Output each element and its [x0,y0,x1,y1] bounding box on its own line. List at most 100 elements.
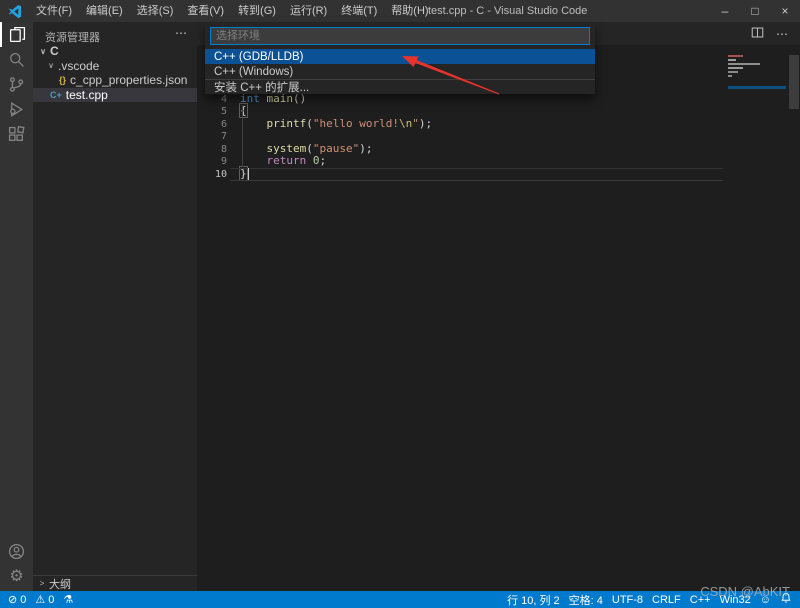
status-item[interactable]: 空格: 4 [569,592,603,608]
code-token: ( [306,116,313,130]
code-editor[interactable]: 4 int main() 5{6 printf("hello world!\n");… [197,55,800,591]
tree-item-label: c_cpp_properties.json [70,73,188,88]
status-item[interactable]: C++ [690,594,711,606]
code-token: ); [359,141,373,155]
chevron-down-icon: ∨ [48,61,54,71]
account-icon[interactable] [0,539,33,564]
minimap-line [728,59,736,61]
status-item-label: CRLF [652,593,681,606]
status-item[interactable]: ⚠ 0 [35,593,55,607]
status-item-label: C++ [689,593,711,606]
quickpick-item[interactable]: C++ (GDB/LLDB) [205,49,595,64]
status-item[interactable]: ⚗ [63,593,73,606]
minimap-line [728,71,738,73]
source-control-icon[interactable] [0,72,33,97]
menu-item[interactable]: 转到(G) [231,0,283,22]
close-button-icon[interactable]: × [770,0,800,22]
minimap-line [728,86,786,89]
minimap-line [728,55,743,57]
menu-item[interactable]: 文件(F) [29,0,79,22]
beaker-icon: ⚗ [63,594,74,606]
tree-item-label: test.cpp [65,87,108,102]
status-item[interactable]: UTF-8 [612,594,643,606]
line-number[interactable]: 10 [197,169,227,182]
maximize-button-icon[interactable]: □ [740,0,770,22]
status-item-label: 行 10, 列 2 [507,594,560,607]
window-title: test.cpp - C - Visual Studio Code [428,5,588,17]
code-token: { [240,104,247,117]
menu-item[interactable]: 运行(R) [283,0,334,22]
quickpick-list: C++ (GDB/LLDB) C++ (Windows) 安装 C++ 的扩展... [205,49,595,94]
run-debug-icon[interactable] [0,97,33,122]
code-token: \n [398,116,413,130]
tree-item-label: C [50,44,59,59]
code-line: 9 return 0; [197,154,800,169]
minimize-button-icon[interactable]: – [710,0,740,22]
extensions-icon[interactable] [0,122,33,147]
status-item[interactable]: ⊘ 0 [8,593,27,607]
tree-item[interactable]: {} c_cpp_properties.json [33,73,197,88]
line-number[interactable]: 7 [197,131,227,144]
explorer-title: 资源管理器 [45,32,100,44]
status-bar: ⊘ 0 ⚠ 0 ⚗ 行 10, 列 2 空格: 4 UTF-8 CRLF C++ Win32 ☺ [0,591,800,608]
explorer-sidebar: 资源管理器 ⋯ ∨ C ∨ .vscode{} c_cpp_properties.jso… [33,22,197,591]
quickpick-item[interactable]: C++ (Windows) [205,64,595,79]
vertical-scrollbar[interactable] [789,55,799,109]
tree-item-label: .vscode [58,58,100,73]
vscode-logo-icon [8,4,22,18]
status-item[interactable]: ☺ [760,594,771,606]
warning-icon: ⚠ [35,594,46,606]
status-item[interactable]: 行 10, 列 2 [507,592,560,608]
status-item[interactable] [780,592,792,607]
minimap-line [728,63,760,65]
file-tree: ∨ C ∨ .vscode{} c_cpp_properties.json C+ test.… [33,44,197,102]
text-cursor [248,168,249,180]
status-item-label: 空格: 4 [568,594,603,607]
menu-item[interactable]: 编辑(E) [79,0,130,22]
line-number[interactable]: 9 [197,156,227,169]
line-number[interactable]: 5 [197,106,227,119]
editor-more-actions-icon[interactable]: ⋯ [776,28,788,40]
status-item[interactable]: Win32 [720,594,751,606]
search-icon[interactable] [0,47,33,72]
outline-section[interactable]: > 大纲 [33,575,197,591]
quickpick-item-label: C++ (GDB/LLDB) [214,50,304,63]
cpp-file-icon: C+ [50,89,62,100]
status-item-label: 0 [48,593,55,606]
error-icon: ⊘ [8,594,18,606]
minimap[interactable] [728,55,786,97]
explorer-icon[interactable] [0,22,33,47]
json-file-icon: {} [59,75,67,86]
quickpick-input[interactable] [210,27,590,45]
explorer-more-actions-icon[interactable]: ⋯ [175,26,187,40]
quickpick-dropdown: C++ (GDB/LLDB) C++ (Windows) 安装 C++ 的扩展... [205,22,595,94]
menu-item[interactable]: 查看(V) [180,0,231,22]
quickpick-item[interactable]: 安装 C++ 的扩展... [205,79,595,94]
code-token: 0 [312,154,320,167]
tree-item[interactable]: ∨ C [33,44,197,59]
menu-item[interactable]: 终端(T) [334,0,384,22]
status-item-label: UTF-8 [611,593,644,606]
chevron-right-icon: > [39,579,45,588]
quickpick-item-label: C++ (Windows) [214,65,294,78]
menu-item[interactable]: 选择(S) [130,0,181,22]
status-item[interactable]: CRLF [652,594,681,606]
status-item-label: 0 [20,593,27,606]
vscode-window: 文件(F) 编辑(E) 选择(S) 查看(V) 转到(G) 运行(R) 终端(T) 帮助(H)… [0,0,800,608]
code-token: printf [266,116,307,130]
tree-item[interactable]: C+ test.cpp [33,87,197,102]
tree-item[interactable]: ∨ .vscode [33,59,197,74]
chevron-down-icon: ∨ [40,46,46,56]
split-editor-icon[interactable] [751,26,764,41]
minimap-line [728,67,743,69]
bell-icon [780,592,792,607]
code-token: return [266,154,307,167]
smiley-feedback-icon: ☺ [759,593,771,606]
settings-gear-icon[interactable]: ⚙ [0,564,33,589]
activity-bar: ⚙ [0,22,33,591]
quickpick-item-label: 安装 C++ 的扩展... [214,82,310,94]
